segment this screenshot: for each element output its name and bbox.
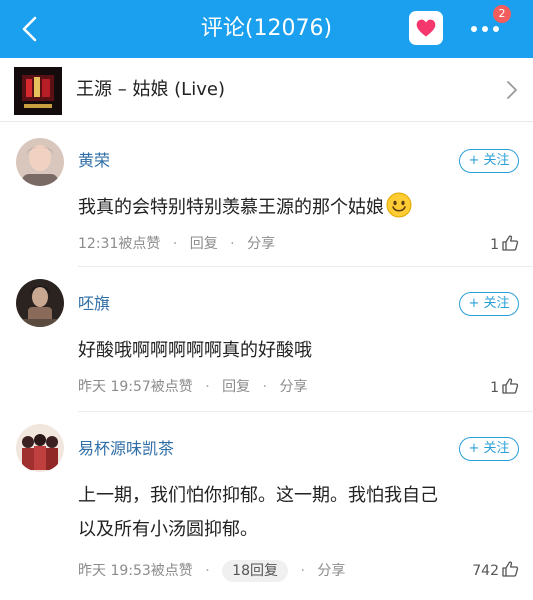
follow-button[interactable]: + 关注: [459, 149, 519, 173]
comment-meta: 12:31被点赞 · 回复 · 分享: [78, 234, 275, 254]
share-button[interactable]: 分享: [247, 234, 275, 254]
comment-item: 呸旗 + 关注 好酸哦啊啊啊啊啊真的好酸哦 昨天 19:57被点赞 · 回复 ·…: [0, 267, 533, 412]
song-info-row[interactable]: 王源 – 姑娘 (Live): [0, 58, 533, 122]
reply-count-button[interactable]: 18回复: [222, 560, 288, 582]
avatar[interactable]: [16, 424, 64, 472]
separator-dot: ·: [230, 236, 235, 252]
user-avatar-icon: [16, 279, 64, 327]
separator-dot: ·: [205, 563, 210, 579]
avatar[interactable]: [16, 279, 64, 327]
comment-text-line: 上一期，我们怕你抑郁。这一期。我怕我自己: [78, 485, 438, 506]
comment-text-content: 我真的会特别特别羡慕王源的那个姑娘: [78, 197, 384, 218]
comment-username[interactable]: 黄荣: [78, 150, 110, 172]
separator-dot: ·: [300, 563, 305, 579]
comment-text-line: 以及所有小汤圆抑郁。: [78, 519, 258, 540]
thumbs-up-icon: [502, 561, 519, 577]
song-title: 王源 – 姑娘 (Live): [76, 79, 225, 100]
heart-icon: [416, 19, 436, 37]
like-count: 742: [472, 563, 499, 579]
comment-time: 昨天 19:53: [78, 563, 151, 579]
album-cover: [14, 67, 62, 115]
comment-text: 上一期，我们怕你抑郁。这一期。我怕我自己 以及所有小汤圆抑郁。: [78, 479, 438, 547]
separator-dot: ·: [205, 379, 210, 395]
like-button[interactable]: 1: [490, 377, 519, 398]
album-art-icon: [14, 67, 62, 115]
separator-dot: ·: [172, 236, 178, 252]
share-button[interactable]: 分享: [280, 377, 308, 397]
like-button[interactable]: 1: [490, 234, 519, 255]
group-avatar-icon: [16, 424, 64, 472]
thumbs-up-icon: [502, 378, 519, 394]
smile-emoji-icon: [386, 192, 412, 218]
comment-item: 黄荣 + 关注 我真的会特别特别羡慕王源的那个姑娘 12:31被点赞 · 回复 …: [0, 122, 533, 267]
comment-time: 昨天 19:57: [78, 379, 151, 395]
like-count: 1: [490, 237, 499, 253]
notification-badge: 2: [493, 5, 511, 23]
follow-button[interactable]: + 关注: [459, 292, 519, 316]
page-title: 评论(12076): [200, 16, 333, 41]
separator-dot: ·: [262, 379, 268, 395]
comment-text: 我真的会特别特别羡慕王源的那个姑娘: [78, 191, 412, 225]
like-button[interactable]: 742: [472, 560, 519, 581]
user-avatar-icon: [16, 138, 64, 186]
comment-meta: 昨天 19:57被点赞 · 回复 · 分享: [78, 377, 308, 397]
liked-label: 被点赞: [118, 236, 161, 252]
chevron-right-icon: [507, 81, 517, 99]
avatar[interactable]: [16, 138, 64, 186]
comment-time: 12:31: [78, 236, 119, 252]
like-song-button[interactable]: [409, 11, 443, 45]
comment-text: 好酸哦啊啊啊啊啊真的好酸哦: [78, 340, 312, 361]
reply-button[interactable]: 回复: [190, 234, 218, 254]
comment-username[interactable]: 呸旗: [78, 293, 110, 315]
follow-button[interactable]: + 关注: [459, 437, 519, 461]
like-count: 1: [490, 380, 499, 396]
liked-label: 被点赞: [150, 563, 193, 579]
liked-label: 被点赞: [150, 379, 193, 395]
comment-item: 易杯源味凯茶 + 关注 上一期，我们怕你抑郁。这一期。我怕我自己 以及所有小汤圆…: [0, 412, 533, 600]
share-button[interactable]: 分享: [317, 561, 345, 581]
thumbs-up-icon: [502, 235, 519, 251]
comment-username[interactable]: 易杯源味凯茶: [78, 438, 174, 460]
comment-meta: 昨天 19:53被点赞 · 18回复 · 分享: [78, 560, 345, 582]
reply-button[interactable]: 回复: [222, 377, 250, 397]
top-bar: 评论(12076) 2: [0, 0, 533, 58]
